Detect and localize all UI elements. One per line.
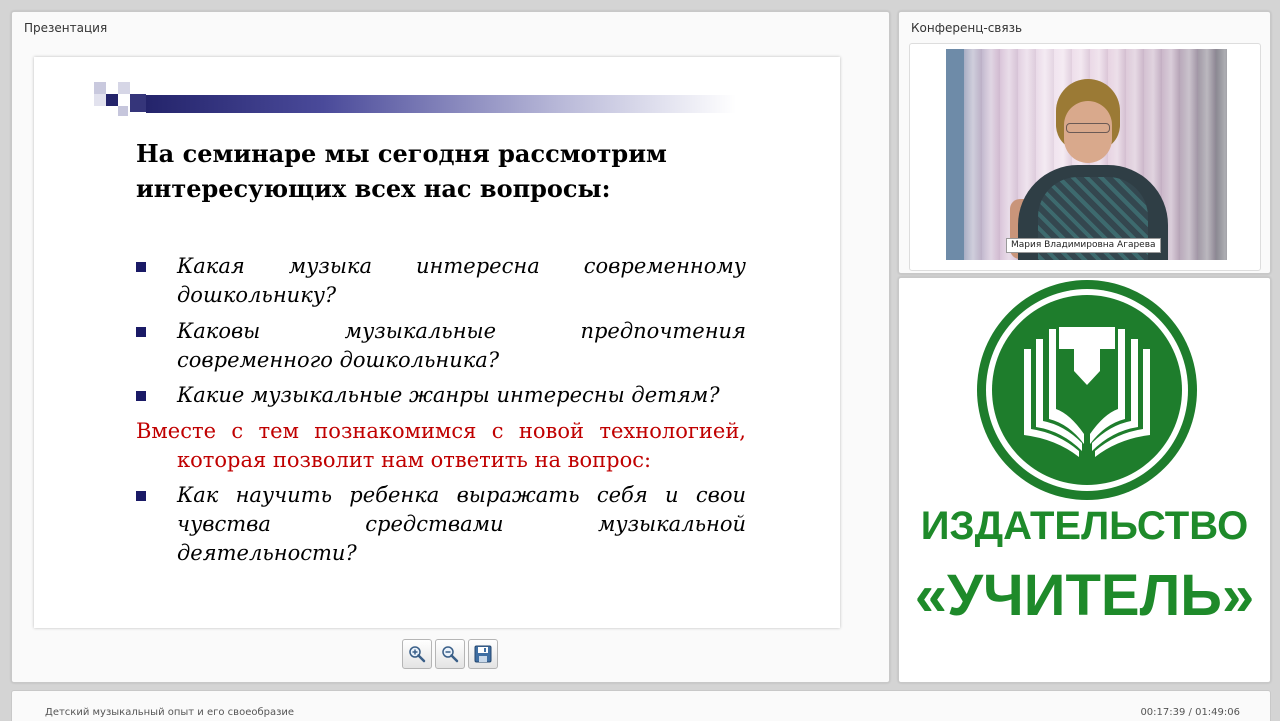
slide-bullet-text: Какие музыкальные жанры интересны детям? bbox=[177, 383, 720, 407]
presentation-panel-title: Презентация bbox=[24, 21, 108, 35]
square-bullet-icon bbox=[136, 327, 146, 337]
slide-bullet-text: Какая музыка интересна современному дошк… bbox=[177, 254, 746, 307]
square-bullet-icon bbox=[136, 491, 146, 501]
slide-highlight-line2: которая позволит нам ответить на вопрос: bbox=[177, 448, 652, 472]
slide-heading: На семинаре мы сегодня рассмотрим интере… bbox=[136, 139, 667, 203]
conference-panel-title: Конференц-связь bbox=[911, 21, 1023, 35]
publisher-name-line2: «УЧИТЕЛЬ» bbox=[914, 563, 1255, 628]
square-bullet-icon bbox=[136, 262, 146, 272]
webcam-video[interactable]: Мария Владимировна Агарева bbox=[946, 49, 1227, 260]
publisher-logo-panel: ИЗДАТЕЛЬСТВО «УЧИТЕЛЬ» bbox=[898, 277, 1271, 683]
slide-title-bar bbox=[146, 95, 736, 113]
slide-bullet-text: Как научить ребенка выражать себя и свои… bbox=[177, 483, 746, 565]
slide-bullet-item: Какая музыка интересна современному дошк… bbox=[136, 252, 746, 310]
zoom-in-button[interactable] bbox=[402, 639, 432, 669]
slide-bullet-item: Как научить ребенка выражать себя и свои… bbox=[136, 481, 746, 568]
square-bullet-icon bbox=[136, 391, 146, 401]
video-wall bbox=[946, 49, 964, 260]
conference-panel: Конференц-связь Мария Владимировна Агаре… bbox=[898, 11, 1271, 274]
slide-bullet-item: Каковы музыкальные предпочтения современ… bbox=[136, 317, 746, 375]
participant-name-tag: Мария Владимировна Агарева bbox=[1006, 238, 1161, 253]
video-person-glasses bbox=[1066, 123, 1110, 133]
footer-bar: Детский музыкальный опыт и его своеобраз… bbox=[11, 690, 1271, 721]
slide-highlight-line1: Вместе с тем познакомимся с новой технол… bbox=[136, 419, 746, 443]
publisher-logo-icon bbox=[977, 280, 1197, 500]
save-button[interactable] bbox=[468, 639, 498, 669]
zoom-out-icon bbox=[442, 646, 459, 663]
slide: На семинаре мы сегодня рассмотрим интере… bbox=[34, 57, 840, 628]
playback-time: 00:17:39 / 01:49:06 bbox=[1140, 707, 1240, 718]
slide-bullet-text: Каковы музыкальные предпочтения современ… bbox=[177, 319, 746, 372]
slide-highlight: Вместе с тем познакомимся с новой технол… bbox=[136, 417, 746, 475]
slide-bullet-item: Какие музыкальные жанры интересны детям? bbox=[136, 381, 746, 410]
floppy-disk-icon bbox=[474, 645, 492, 663]
zoom-out-button[interactable] bbox=[435, 639, 465, 669]
zoom-in-icon bbox=[409, 646, 426, 663]
presentation-panel: Презентация На семинаре мы сегодня рассм… bbox=[11, 11, 890, 683]
publisher-name-line1: ИЗДАТЕЛЬСТВО bbox=[920, 504, 1249, 548]
webinar-title: Детский музыкальный опыт и его своеобраз… bbox=[45, 707, 295, 718]
